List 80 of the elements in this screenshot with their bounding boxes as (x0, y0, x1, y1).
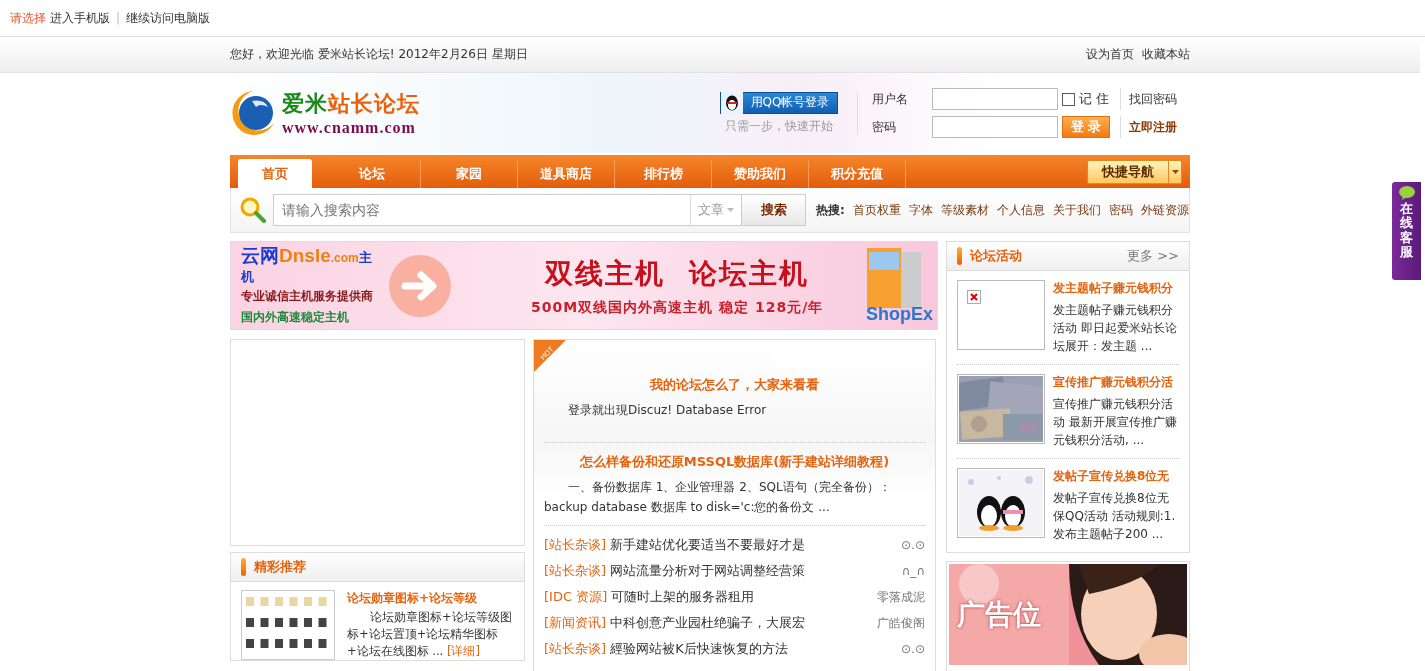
ad-text: 广告位 (957, 597, 1041, 633)
news-category[interactable]: [站长杂谈] (544, 536, 607, 554)
nav-tab[interactable]: 首页 (238, 159, 312, 188)
news-title[interactable]: 可随时上架的服务器租用 (611, 588, 755, 606)
featured-title[interactable]: 论坛勋章图标+论坛等级 (347, 590, 514, 607)
banner-slogan: 国内外高速稳定主机 (241, 308, 350, 326)
version-link[interactable]: 进入手机版 (50, 9, 110, 27)
news-title[interactable]: 中科创意产业园杜绝骗子，大展宏 (610, 614, 806, 632)
news-category[interactable]: [IDC 资源] (544, 588, 608, 606)
panel-title: 论坛活动 (970, 247, 1022, 265)
news-title[interactable]: 經验网站被K后快速恢复的方法 (610, 640, 788, 658)
search-icon (239, 196, 267, 224)
ad-banner[interactable]: 云网Dnsle.com主机 专业诚信主机服务提供商 国内外高速稳定主机 双线主机 论坛主机 500M双线国内外高速主机 稳定 128元/年 ShopEx (230, 241, 938, 330)
banner-headline: 双线主机 论坛主机 (545, 255, 809, 292)
logo-url: www.cnamm.com (282, 119, 417, 137)
banner-product: ShopEx (866, 304, 933, 325)
caret-icon (727, 208, 734, 212)
search-scope-dropdown[interactable]: 文章 (690, 195, 741, 225)
banner-brand: 云网Dnsle.com主机 (241, 245, 373, 284)
activity-title[interactable]: 发帖子宣传兑换8位无 (1053, 468, 1179, 485)
news-author[interactable]: 广皓俊阁 (877, 614, 925, 632)
remember-checkbox[interactable] (1062, 92, 1075, 106)
hot-search-link[interactable]: 个人信息 (996, 201, 1045, 219)
news-category[interactable]: [站长杂谈] (544, 640, 607, 658)
qq-login-button[interactable]: 用QQ帐号登录 (719, 91, 839, 114)
quick-nav-button[interactable]: 快捷导航 (1087, 159, 1182, 184)
news-title[interactable]: 网站流量分析对于网站调整经营策 (610, 562, 806, 580)
password-field[interactable] (932, 116, 1058, 138)
detail-link[interactable]: [详细] (446, 644, 480, 658)
penguin-icon (724, 94, 739, 111)
separator: | (116, 11, 121, 25)
hot-search-link[interactable]: 首页权重 (852, 201, 901, 219)
article-summary: 一、备份数据库 1、企业管理器 2、SQL语句（完全备份）：backup database 数据库 to disk='c:您的备份文 ... (544, 479, 892, 516)
remember-label: 记 住 (1079, 90, 1110, 108)
username-field[interactable] (932, 88, 1058, 110)
qq-hint: 只需一步，快速开始 (725, 117, 833, 135)
logo-title: 爱米站长论坛 (282, 89, 420, 118)
news-author[interactable]: ⊙.⊙ (901, 642, 925, 656)
welcome-text: 您好，欢迎光临 爱米站长论坛! 2012年2月26日 星期日 (230, 46, 528, 63)
search-field[interactable]: 请输入搜索内容 文章 (273, 194, 742, 226)
forgot-password-link[interactable]: 找回密码 (1120, 88, 1190, 110)
news-category[interactable]: [新闻资讯] (544, 614, 607, 632)
hot-search-link[interactable]: 字体 (908, 201, 933, 219)
register-link[interactable]: 立即注册 (1120, 116, 1190, 138)
activity-summary: 发主题帖子赚元钱积分活动 即日起爱米站长论坛展开：发主题 ... (1053, 302, 1178, 355)
news-title[interactable]: 新手建站优化要适当不要最好才是 (610, 536, 806, 554)
activity-summary: 宣传推广赚元钱积分活动 最新开展宣传推广赚元钱积分活动, ... (1053, 396, 1178, 449)
broken-image-icon (967, 290, 981, 304)
online-service-tab[interactable]: 在线客服 (1392, 182, 1421, 280)
activity-title[interactable]: 发主题帖子赚元钱积分 (1053, 280, 1179, 297)
news-author[interactable]: ⊙.⊙ (901, 538, 925, 552)
panel-title: 精彩推荐 (254, 558, 306, 576)
version-link[interactable]: 继续访问电脑版 (126, 9, 211, 27)
activity-title[interactable]: 宣传推广赚元钱积分活 (1053, 374, 1179, 391)
chat-bubble-icon (1398, 186, 1415, 200)
article-title[interactable]: 我的论坛怎么了，大家来看看 (544, 376, 925, 394)
activity-summary: 发帖子宣传兑换8位无保QQ活动 活动规则:1. 发布主题帖子200 ... (1053, 490, 1177, 543)
news-author[interactable]: ∩_∩ (901, 564, 925, 578)
banner-subline: 500M双线国内外高速主机 稳定 128元/年 (531, 298, 824, 317)
news-category[interactable]: [站长杂谈] (544, 562, 607, 580)
hot-search-link[interactable]: 外链资源 (1140, 201, 1189, 219)
article-summary: 登录就出現Discuz! Database Error (567, 402, 768, 419)
article-title[interactable]: 怎么样备份和还原MSSQL数据库(新手建站详细教程) (544, 453, 925, 471)
hot-search-link[interactable]: 关于我们 (1052, 201, 1101, 219)
news-author[interactable]: 零落成泥 (877, 588, 925, 606)
choose-label: 请选择 (10, 9, 46, 27)
accent-bar (957, 247, 962, 265)
hot-search-link[interactable]: 密码 (1108, 201, 1133, 219)
caret-icon (1171, 169, 1179, 174)
header-link[interactable]: 设为首页 (1086, 46, 1134, 63)
more-link[interactable]: 更多 >> (1127, 247, 1179, 265)
password-label: 密码 (872, 118, 897, 136)
header-link[interactable]: 收藏本站 (1142, 46, 1190, 63)
search-button[interactable]: 搜索 (742, 194, 806, 226)
banner-slogan: 专业诚信主机服务提供商 (241, 287, 374, 305)
featured-summary: 论坛勋章图标+论坛等级图标+论坛置顶+论坛精华图标+论坛在线图标 ... [详细] (347, 609, 513, 660)
username-label: 用户名 (872, 90, 909, 108)
hot-search-label: 热搜: (816, 201, 845, 219)
accent-bar (241, 558, 246, 576)
hot-search-link[interactable]: 等级素材 (940, 201, 989, 219)
